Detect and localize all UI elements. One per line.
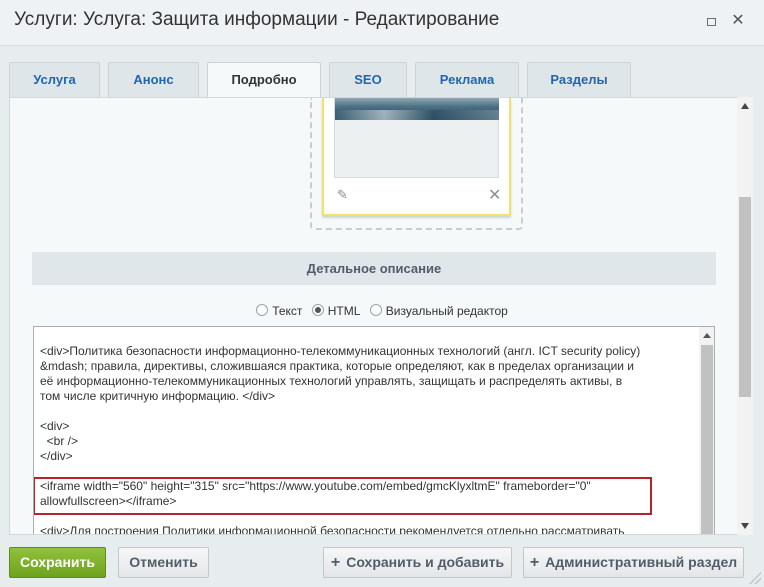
scroll-up-icon[interactable] bbox=[703, 333, 711, 338]
tab-advertising[interactable]: Реклама bbox=[415, 62, 519, 98]
admin-section-label: Административный раздел bbox=[545, 554, 738, 570]
panel-scrollbar[interactable] bbox=[737, 97, 753, 535]
radio-checked-icon[interactable] bbox=[311, 303, 324, 316]
detail-picture bbox=[335, 98, 499, 120]
tab-content-panel: ✎ ✕ Детальное описание Текст HTML Визуал… bbox=[9, 97, 753, 535]
mode-text-option[interactable]: Текст bbox=[256, 303, 303, 318]
mode-visual-option[interactable]: Визуальный редактор bbox=[369, 303, 508, 318]
editor-line: её информационно-телекоммуникационных те… bbox=[40, 374, 623, 388]
editor-mode-switch: Текст HTML Визуальный редактор bbox=[10, 303, 752, 318]
save-and-add-button[interactable]: + Сохранить и добавить bbox=[323, 547, 512, 578]
tab-sections[interactable]: Разделы bbox=[527, 62, 631, 98]
save-button[interactable]: Сохранить bbox=[9, 547, 106, 578]
footer-bar: Сохранить Отменить + Сохранить и добавить… bbox=[0, 535, 764, 587]
image-preview bbox=[334, 98, 499, 178]
mode-html-label: HTML bbox=[327, 303, 361, 318]
plus-icon: + bbox=[529, 554, 540, 571]
window-title: Услуги: Услуга: Защита информации - Реда… bbox=[14, 9, 500, 30]
tab-announcement[interactable]: Анонс bbox=[108, 62, 199, 98]
radio-icon[interactable] bbox=[256, 303, 269, 316]
maximize-icon[interactable] bbox=[702, 12, 720, 30]
admin-section-button[interactable]: + Административный раздел bbox=[523, 547, 744, 578]
editor-line: <div>Для построения Политики информацион… bbox=[40, 524, 625, 535]
cancel-button[interactable]: Отменить bbox=[118, 547, 209, 578]
iframe-highlight-box bbox=[34, 477, 652, 515]
editor-line: <br /> bbox=[40, 434, 79, 448]
editor-line: <div>Политика безопасности информационно… bbox=[40, 344, 641, 358]
editor-scroll-thumb[interactable] bbox=[701, 345, 713, 534]
panel-scroll-thumb[interactable] bbox=[739, 197, 751, 397]
tab-service[interactable]: Услуга bbox=[9, 62, 100, 98]
mode-text-label: Текст bbox=[272, 303, 303, 318]
edit-pencil-icon[interactable]: ✎ bbox=[337, 187, 348, 203]
delete-icon[interactable]: ✕ bbox=[488, 185, 501, 205]
image-card[interactable]: ✎ ✕ bbox=[322, 98, 511, 216]
tab-seo[interactable]: SEO bbox=[329, 62, 407, 98]
editor-line: <div> bbox=[40, 419, 70, 433]
close-icon[interactable]: ✕ bbox=[729, 12, 747, 30]
mode-html-option[interactable]: HTML bbox=[311, 303, 361, 318]
scroll-up-icon[interactable] bbox=[741, 103, 749, 109]
resize-grip-icon[interactable] bbox=[749, 572, 761, 584]
scroll-down-icon[interactable] bbox=[741, 523, 749, 529]
editor-line: том числе критичную информацию. </div> bbox=[40, 389, 276, 403]
editor-line: </div> bbox=[40, 449, 73, 463]
html-editor-textarea[interactable]: <div>Политика безопасности информационно… bbox=[33, 326, 715, 535]
save-and-add-label: Сохранить и добавить bbox=[346, 554, 505, 570]
window-titlebar: Услуги: Услуга: Защита информации - Реда… bbox=[0, 0, 764, 46]
plus-icon: + bbox=[330, 554, 341, 571]
mode-visual-label: Визуальный редактор bbox=[385, 303, 508, 318]
editor-scrollbar[interactable] bbox=[699, 327, 714, 534]
editor-line: &mdash; правила, директивы, сложившаяся … bbox=[40, 359, 635, 373]
radio-icon[interactable] bbox=[369, 303, 382, 316]
section-title: Детальное описание bbox=[32, 252, 716, 285]
tab-details[interactable]: Подробно bbox=[207, 62, 321, 99]
